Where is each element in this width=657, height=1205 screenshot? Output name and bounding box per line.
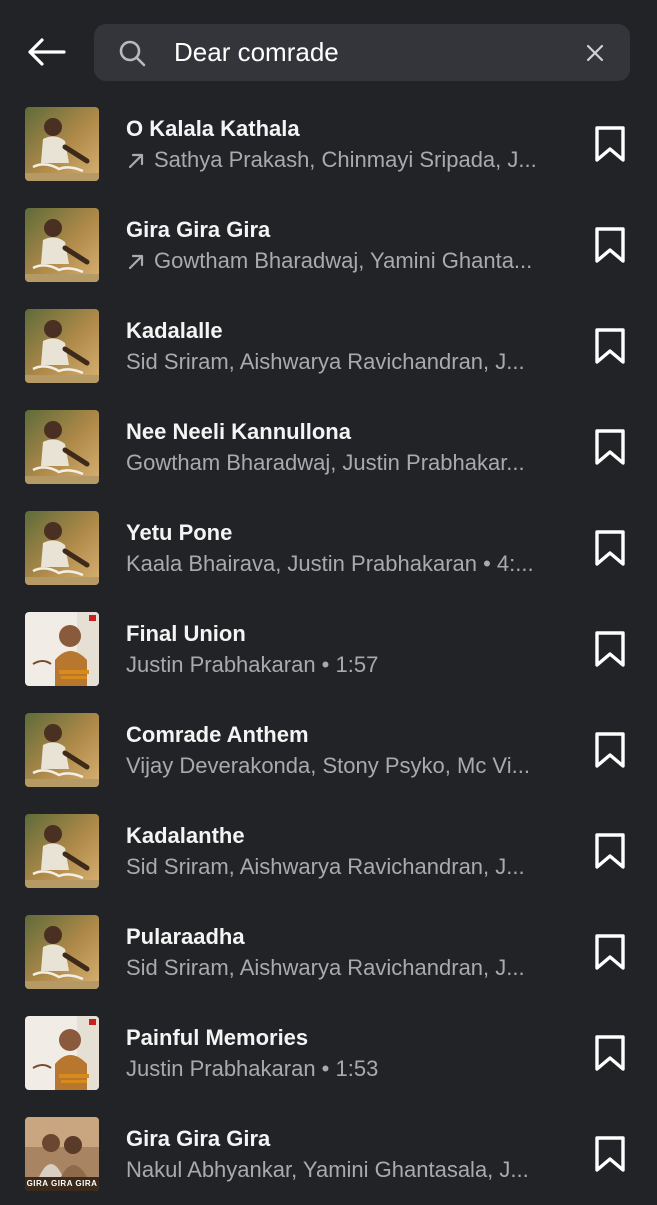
song-subtitle: Vijay Deverakonda, Stony Psyko, Mc Vi... — [126, 753, 566, 779]
arrow-left-icon — [28, 38, 66, 66]
result-row[interactable]: Comrade Anthem Vijay Deverakonda, Stony P… — [0, 700, 657, 801]
song-subtitle: Justin Prabhakaran • 1:57 — [126, 652, 566, 678]
artist-text: Vijay Deverakonda, Stony Psyko, Mc Vi... — [126, 753, 530, 778]
song-subtitle: Justin Prabhakaran • 1:53 — [126, 1056, 566, 1082]
song-subtitle: Gowtham Bharadwaj, Justin Prabhakar... — [126, 450, 566, 476]
song-subtitle: Sid Sriram, Aishwarya Ravichandran, J... — [126, 854, 566, 880]
bookmark-button[interactable] — [592, 528, 628, 568]
bookmark-button[interactable] — [592, 427, 628, 467]
song-title: Pularaadha — [126, 924, 245, 949]
back-button[interactable] — [22, 30, 70, 74]
result-row[interactable]: Kadalalle Sid Sriram, Aishwarya Ravichand… — [0, 296, 657, 397]
song-title: Nee Neeli Kannullona — [126, 419, 351, 444]
result-row[interactable]: Pularaadha Sid Sriram, Aishwarya Ravichan… — [0, 902, 657, 1003]
song-subtitle: Sid Sriram, Aishwarya Ravichandran, J... — [126, 955, 566, 981]
close-icon — [586, 44, 604, 62]
album-art — [25, 107, 99, 181]
song-subtitle: Kaala Bhairava, Justin Prabhakaran • 4:.… — [126, 551, 566, 577]
artist-text: Gowtham Bharadwaj, Justin Prabhakar... — [126, 450, 525, 475]
bookmark-icon — [595, 833, 625, 869]
bookmark-icon — [595, 530, 625, 566]
artist-text: Gowtham Bharadwaj, Yamini Ghanta... — [154, 248, 533, 273]
result-row[interactable]: GIRA GIRA GIRA Gira Gira Gira Nakul Abhyan… — [0, 1104, 657, 1205]
album-art — [25, 208, 99, 282]
trending-arrow-icon — [128, 153, 144, 168]
album-art — [25, 410, 99, 484]
bookmark-icon — [595, 429, 625, 465]
bookmark-icon — [595, 934, 625, 970]
result-row[interactable]: Painful Memories Justin Prabhakaran • 1:5… — [0, 1003, 657, 1104]
album-art — [25, 814, 99, 888]
album-art — [25, 915, 99, 989]
bookmark-button[interactable] — [592, 629, 628, 669]
song-title: Yetu Pone — [126, 520, 233, 545]
artist-text: Sathya Prakash, Chinmayi Sripada, J... — [154, 147, 537, 172]
album-art: GIRA GIRA GIRA — [25, 1117, 99, 1191]
song-subtitle: Sid Sriram, Aishwarya Ravichandran, J... — [126, 349, 566, 375]
song-title: Painful Memories — [126, 1025, 309, 1050]
album-art-caption: GIRA GIRA GIRA — [26, 1179, 98, 1188]
artist-text: Justin Prabhakaran • 1:53 — [126, 1056, 379, 1081]
result-row[interactable]: Nee Neeli Kannullona Gowtham Bharadwaj, J… — [0, 397, 657, 498]
clear-search-button[interactable] — [582, 40, 608, 66]
song-title: Comrade Anthem — [126, 722, 309, 747]
result-row[interactable]: Yetu Pone Kaala Bhairava, Justin Prabhaka… — [0, 498, 657, 599]
bookmark-icon — [595, 1136, 625, 1172]
bookmark-button[interactable] — [592, 326, 628, 366]
result-row[interactable]: Kadalanthe Sid Sriram, Aishwarya Ravichan… — [0, 801, 657, 902]
search-results-list: O Kalala Kathala Sathya Prakash, Chinmay… — [0, 94, 657, 1205]
result-row[interactable]: Gira Gira Gira Gowtham Bharadwaj, Yamini… — [0, 195, 657, 296]
bookmark-button[interactable] — [592, 932, 628, 972]
bookmark-button[interactable] — [592, 1134, 628, 1174]
result-row[interactable]: Final Union Justin Prabhakaran • 1:57 — [0, 599, 657, 700]
song-title: Kadalalle — [126, 318, 223, 343]
song-title: Final Union — [126, 621, 246, 646]
artist-text: Sid Sriram, Aishwarya Ravichandran, J... — [126, 349, 525, 374]
bookmark-button[interactable] — [592, 831, 628, 871]
artist-text: Justin Prabhakaran • 1:57 — [126, 652, 379, 677]
album-art — [25, 612, 99, 686]
search-bar — [94, 24, 630, 81]
artist-text: Sid Sriram, Aishwarya Ravichandran, J... — [126, 854, 525, 879]
bookmark-icon — [595, 732, 625, 768]
album-art — [25, 511, 99, 585]
bookmark-icon — [595, 631, 625, 667]
result-row[interactable]: O Kalala Kathala Sathya Prakash, Chinmay… — [0, 94, 657, 195]
artist-text: Sid Sriram, Aishwarya Ravichandran, J... — [126, 955, 525, 980]
album-art — [25, 1016, 99, 1090]
album-art — [25, 309, 99, 383]
bookmark-button[interactable] — [592, 730, 628, 770]
song-subtitle: Sathya Prakash, Chinmayi Sripada, J... — [126, 147, 566, 173]
search-icon — [119, 40, 146, 67]
bookmark-button[interactable] — [592, 1033, 628, 1073]
song-title: Kadalanthe — [126, 823, 245, 848]
artist-text: Kaala Bhairava, Justin Prabhakaran • 4:.… — [126, 551, 534, 576]
song-title: Gira Gira Gira — [126, 1126, 271, 1151]
song-title: O Kalala Kathala — [126, 116, 300, 141]
song-subtitle: Nakul Abhyankar, Yamini Ghantasala, J... — [126, 1157, 566, 1183]
song-subtitle: Gowtham Bharadwaj, Yamini Ghanta... — [126, 248, 566, 274]
bookmark-icon — [595, 126, 625, 162]
search-header — [0, 0, 657, 100]
bookmark-icon — [595, 328, 625, 364]
song-title: Gira Gira Gira — [126, 217, 271, 242]
artist-text: Nakul Abhyankar, Yamini Ghantasala, J... — [126, 1157, 529, 1182]
album-art — [25, 713, 99, 787]
search-input[interactable] — [174, 24, 554, 81]
bookmark-button[interactable] — [592, 124, 628, 164]
bookmark-icon — [595, 1035, 625, 1071]
bookmark-icon — [595, 227, 625, 263]
trending-arrow-icon — [128, 254, 144, 269]
bookmark-button[interactable] — [592, 225, 628, 265]
